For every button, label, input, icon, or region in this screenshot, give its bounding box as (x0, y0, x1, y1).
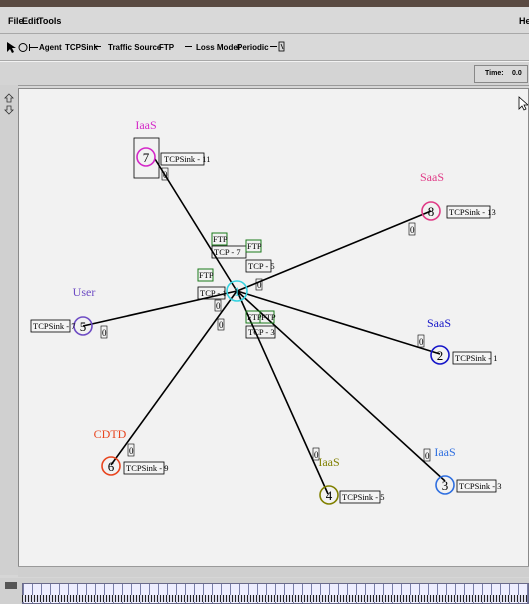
agent-button[interactable]: Agent (39, 43, 62, 52)
side-tool-strip (0, 85, 18, 575)
time-bar: Time: 0.0 (0, 61, 529, 86)
loss-menu-indicator[interactable] (270, 46, 277, 47)
ftp-agent-label: FTP (213, 234, 228, 244)
topology-canvas[interactable]: 7 IaaS TCPSink - 11 0 8 SaaS TCPSink - 1… (18, 88, 529, 568)
node-6-label: CDTD (94, 427, 127, 441)
node-4-label: IaaS (318, 455, 339, 469)
window-title-strip (0, 0, 529, 7)
queue-label: 0 (163, 170, 168, 180)
node-8-label: SaaS (420, 170, 444, 184)
sink-3-label: TCPSink - 3 (459, 481, 502, 491)
node-4-id: 4 (326, 488, 333, 503)
tcp-agent-label: TCP - 7 (214, 247, 241, 257)
menu-help[interactable]: Help (519, 16, 529, 26)
node-7-label: IaaS (135, 118, 156, 132)
sink-1-label: TCPSink - 1 (455, 353, 498, 363)
traffic-source-button[interactable]: Traffic Source (108, 43, 161, 52)
node-5-label: User (73, 285, 96, 299)
menu-bar: File Edit Tools Help (0, 7, 529, 34)
node-1-id: 1 (234, 284, 241, 299)
sink-5-label: TCPSink - 5 (342, 492, 385, 502)
zoom-controls-icon[interactable] (3, 93, 15, 115)
queue-label: 0 (425, 451, 430, 461)
ftp-agent-label: FTP (261, 312, 276, 322)
mouse-cursor-icon (518, 96, 529, 111)
queue-label: 0 (419, 337, 424, 347)
time-display: Time: 0.0 (474, 65, 528, 83)
add-link-icon[interactable] (29, 44, 38, 51)
horizontal-scrollbar[interactable] (18, 566, 529, 577)
sink-11-label: TCPSink - 11 (164, 154, 210, 164)
tcp-agent-label: TCP - 5 (248, 261, 275, 271)
node-8-id: 8 (428, 204, 435, 219)
agent-menu-indicator[interactable] (94, 46, 101, 47)
node-5-id: 5 (80, 319, 87, 334)
queue-label: 0 (216, 301, 221, 311)
node-2-id: 2 (437, 348, 444, 363)
loss-model-button[interactable]: Loss Model (196, 43, 240, 52)
node-3-id: 3 (442, 478, 449, 493)
tcp-agent-label: TCP - 1 (200, 288, 227, 298)
sink-13-label: TCPSink - 13 (449, 207, 496, 217)
queue-label: 0 (129, 446, 134, 456)
time-value: 0.0 (512, 70, 522, 77)
menu-edit[interactable]: Edit (22, 16, 39, 26)
timeline-strip (0, 578, 529, 604)
traffic-source-select[interactable]: FTP (159, 43, 174, 52)
loss-model-select[interactable]: Periodic (237, 43, 269, 52)
queue-label: 0 (257, 280, 262, 290)
link-1-6 (110, 290, 238, 466)
add-node-icon[interactable] (18, 42, 28, 53)
queue-label: 0 (102, 328, 107, 338)
select-pointer-icon[interactable] (6, 42, 16, 53)
sink-7-label: TCPSink - 7 (33, 321, 76, 331)
queue-tool-icon[interactable] (278, 41, 286, 53)
node-7-id: 7 (143, 150, 150, 165)
queue-label: 0 (219, 320, 224, 330)
sink-9-label: TCPSink - 9 (126, 463, 169, 473)
node-2-label: SaaS (427, 316, 451, 330)
timeline-fine-ticks (22, 595, 527, 602)
agent-select[interactable]: TCPSink (65, 43, 98, 52)
queue-label: 0 (410, 225, 415, 235)
network-topology: 7 IaaS TCPSink - 11 0 8 SaaS TCPSink - 1… (30, 96, 529, 505)
menu-tools[interactable]: Tools (38, 16, 61, 26)
ftp-agent-label: FTP (247, 241, 262, 251)
node-3-label: IaaS (434, 445, 455, 459)
node-6-id: 6 (108, 459, 115, 474)
time-label: Time: (485, 70, 504, 77)
queue-label: 0 (314, 450, 319, 460)
link-1-8 (236, 210, 432, 292)
ftp-agent-label: FTP (199, 270, 214, 280)
editor-toolbar: Agent TCPSink Traffic Source FTP Loss Mo… (0, 34, 529, 61)
tcp-agent-label: TCP - 3 (248, 327, 275, 337)
timeline-icon[interactable] (5, 581, 19, 591)
traffic-menu-indicator[interactable] (185, 46, 192, 47)
